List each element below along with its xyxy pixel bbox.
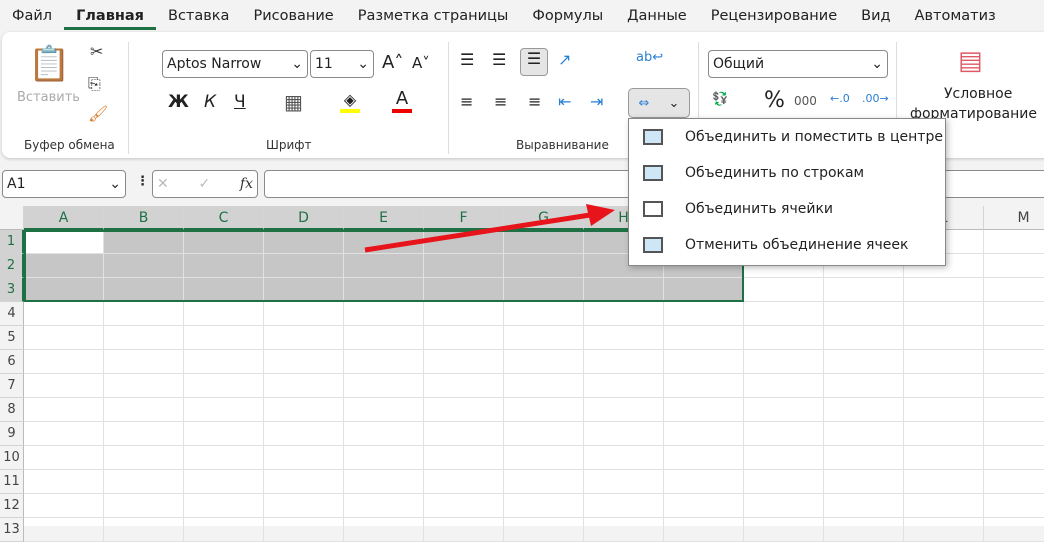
menu-item-merge-across[interactable]: Объединить по строкам	[629, 155, 945, 191]
merge-dropdown-menu: Объединить и поместить в центре Объедини…	[628, 118, 946, 266]
merge-center-icon	[643, 129, 663, 145]
menu-item-merge-center[interactable]: Объединить и поместить в центре	[629, 119, 945, 155]
merge-cells-icon	[643, 201, 663, 217]
menu-item-label: Объединить ячейки	[685, 201, 834, 217]
menu-item-label: Объединить и поместить в центре	[685, 129, 943, 145]
merge-across-icon	[643, 165, 663, 181]
arrow-shaft	[364, 212, 591, 253]
menu-item-label: Объединить по строкам	[685, 165, 865, 181]
unmerge-icon	[643, 237, 663, 253]
arrow-head	[586, 204, 615, 226]
menu-item-unmerge[interactable]: Отменить объединение ячеек	[629, 227, 945, 263]
menu-item-label: Отменить объединение ячеек	[685, 237, 909, 253]
menu-item-merge-cells[interactable]: Объединить ячейки	[629, 191, 945, 227]
